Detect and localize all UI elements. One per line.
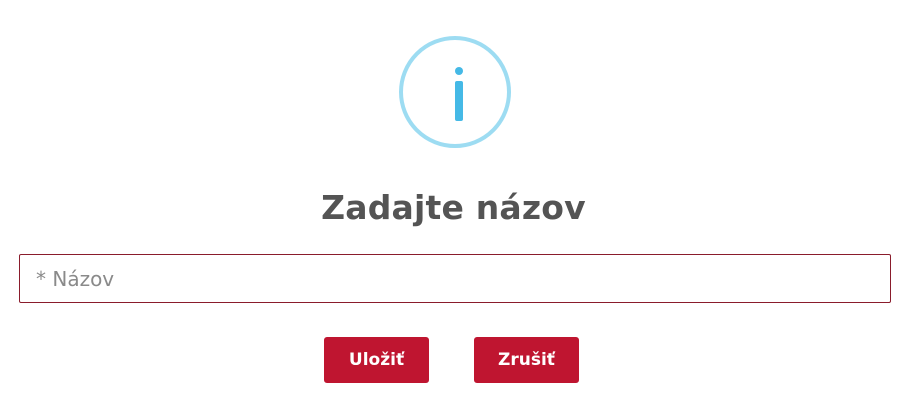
name-input[interactable]: [19, 254, 891, 303]
info-icon: [399, 36, 511, 148]
info-icon-dot: [455, 67, 463, 75]
save-button[interactable]: Uložiť: [324, 337, 429, 383]
info-icon-stem: [455, 81, 463, 121]
cancel-button[interactable]: Zrušiť: [474, 337, 579, 383]
name-dialog: Zadajte názov Uložiť Zrušiť: [0, 0, 907, 405]
dialog-title: Zadajte názov: [321, 188, 586, 227]
